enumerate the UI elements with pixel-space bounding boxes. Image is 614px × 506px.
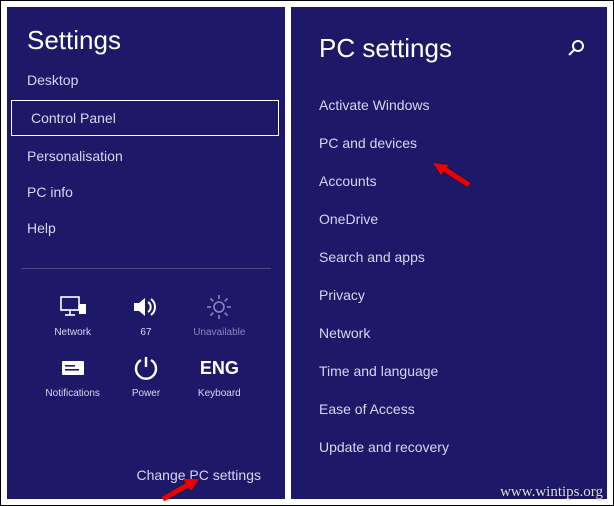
pc-item-update-and-recovery[interactable]: Update and recovery <box>319 428 587 466</box>
pc-item-ease-of-access[interactable]: Ease of Access <box>319 390 587 428</box>
settings-title: Settings <box>7 25 285 62</box>
power-icon <box>130 352 162 384</box>
power-label: Power <box>132 388 160 399</box>
volume-label: 67 <box>140 327 151 338</box>
keyboard-language-text: ENG <box>200 352 239 384</box>
pc-item-time-and-language[interactable]: Time and language <box>319 352 587 390</box>
settings-item-control-panel[interactable]: Control Panel <box>11 100 279 136</box>
volume-tile[interactable]: 67 <box>112 287 179 342</box>
network-tile[interactable]: Network <box>39 287 106 342</box>
volume-icon <box>130 291 162 323</box>
brightness-tile[interactable]: Unavailable <box>186 287 253 342</box>
notifications-label: Notifications <box>45 388 99 399</box>
keyboard-label: Keyboard <box>198 388 241 399</box>
notifications-tile[interactable]: Notifications <box>39 348 106 403</box>
power-tile[interactable]: Power <box>112 348 179 403</box>
settings-charm-panel: Settings Desktop Control Panel Personali… <box>7 7 285 499</box>
notifications-icon <box>57 352 89 384</box>
keyboard-tile[interactable]: ENG Keyboard <box>186 348 253 403</box>
network-label: Network <box>54 327 91 338</box>
pc-item-search-and-apps[interactable]: Search and apps <box>319 238 587 276</box>
pc-settings-title: PC settings <box>319 33 587 64</box>
settings-item-pc-info[interactable]: PC info <box>7 174 285 210</box>
pc-item-network[interactable]: Network <box>319 314 587 352</box>
pc-settings-panel: PC settings Activate Windows PC and devi… <box>291 7 607 499</box>
quick-settings-tiles: Network 67 <box>21 268 271 403</box>
pc-settings-list: Activate Windows PC and devices Accounts… <box>319 86 587 466</box>
change-pc-settings-link[interactable]: Change PC settings <box>136 467 261 483</box>
settings-item-desktop[interactable]: Desktop <box>7 62 285 98</box>
brightness-label: Unavailable <box>193 327 245 338</box>
pc-item-privacy[interactable]: Privacy <box>319 276 587 314</box>
keyboard-icon: ENG <box>203 352 235 384</box>
brightness-icon <box>203 291 235 323</box>
search-icon[interactable] <box>567 39 585 62</box>
network-icon <box>57 291 89 323</box>
settings-item-help[interactable]: Help <box>7 210 285 246</box>
pc-item-onedrive[interactable]: OneDrive <box>319 200 587 238</box>
pc-item-activate-windows[interactable]: Activate Windows <box>319 86 587 124</box>
pc-item-pc-and-devices[interactable]: PC and devices <box>319 124 587 162</box>
pc-item-accounts[interactable]: Accounts <box>319 162 587 200</box>
settings-item-personalisation[interactable]: Personalisation <box>7 138 285 174</box>
